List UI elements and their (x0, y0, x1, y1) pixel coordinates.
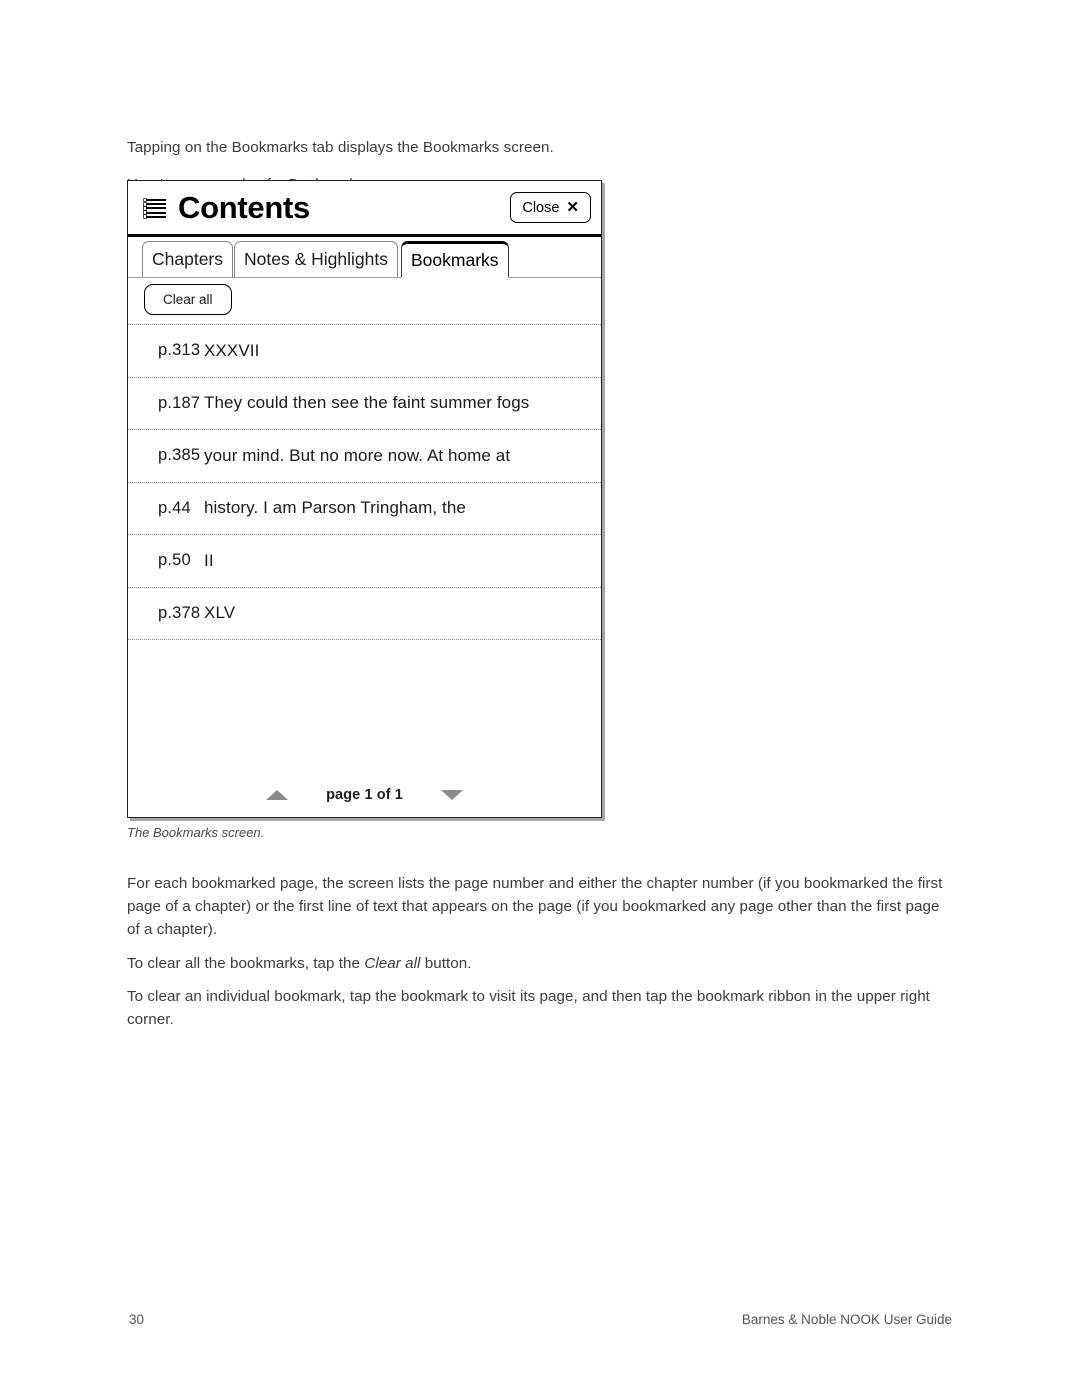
bookmark-page-number: p.44 (158, 498, 191, 517)
tab-chapters[interactable]: Chapters (142, 241, 234, 277)
bookmark-page-number: p.50 (158, 551, 191, 570)
bookmarks-toolbar: Clear all (128, 278, 601, 324)
body-paragraph-3: To clear an individual bookmark, tap the… (127, 988, 930, 1029)
bookmark-row[interactable]: p.385 your mind. But no more now. At hom… (128, 429, 601, 482)
bookmark-empty-row (128, 639, 601, 693)
bookmark-row[interactable]: p.378 XLV (128, 586, 601, 640)
figure-caption: The Bookmarks screen. (127, 825, 265, 840)
bookmark-row[interactable]: p.313 XXXVII (128, 324, 601, 377)
bookmark-text: II (204, 550, 214, 570)
contents-header: Contents Close ✕ (128, 181, 601, 237)
bookmark-text: XXXVII (204, 340, 260, 360)
close-button-label: Close (522, 199, 560, 216)
tab-chapters-label: Chapters (152, 249, 224, 269)
bookmark-text: XLV (204, 603, 236, 623)
bookmark-text: history. I am Parson Tringham, the (204, 498, 466, 518)
triangle-down-icon[interactable] (440, 790, 463, 800)
bookmark-row[interactable]: p.50 II (128, 534, 601, 587)
document-page: Tapping on the Bookmarks tab displays th… (0, 0, 1080, 1397)
triangle-up-icon[interactable] (266, 790, 289, 800)
list-lines-icon (144, 198, 166, 220)
tab-bookmarks-label: Bookmarks (411, 250, 499, 270)
footer-page-number: 30 (129, 1312, 145, 1327)
bookmarks-screen-figure: Contents Close ✕ Chapters Notes & Highli… (127, 180, 602, 818)
bookmark-text: They could then see the faint summer fog… (204, 393, 530, 413)
tab-bookmarks[interactable]: Bookmarks (401, 241, 509, 277)
body-paragraph-2-after: button. (420, 955, 472, 973)
bookmark-page-number: p.385 (158, 446, 201, 465)
clear-all-label: Clear all (163, 292, 213, 307)
bookmark-page-number: p.378 (158, 603, 201, 622)
intro-paragraph-1: Tapping on the Bookmarks tab displays th… (127, 139, 554, 157)
close-button[interactable]: Close ✕ (510, 192, 591, 223)
bookmark-text: your mind. But no more now. At home at (204, 445, 511, 465)
close-x-icon: ✕ (566, 199, 579, 216)
clear-all-reference: Clear all (364, 955, 421, 973)
bookmarks-pager: page 1 of 1 (128, 781, 601, 809)
clear-all-button[interactable]: Clear all (144, 284, 232, 315)
contents-tabs: Chapters Notes & Highlights Bookmarks (128, 237, 601, 278)
bookmarks-list: p.313 XXXVII p.187 They could then see t… (128, 324, 601, 693)
bookmark-page-number: p.187 (158, 393, 201, 412)
pager-label: page 1 of 1 (326, 787, 403, 803)
body-paragraph-1: For each bookmarked page, the screen lis… (127, 875, 943, 939)
contents-title: Contents (178, 190, 310, 225)
tab-notes-highlights-label: Notes & Highlights (244, 249, 388, 269)
bookmark-row[interactable]: p.44 history. I am Parson Tringham, the (128, 481, 601, 535)
tab-notes-highlights[interactable]: Notes & Highlights (234, 241, 398, 277)
footer-title: Barnes & Noble NOOK User Guide (741, 1312, 952, 1327)
bookmark-page-number: p.313 (158, 341, 201, 360)
body-paragraph-2-before: To clear all the bookmarks, tap the (127, 955, 365, 973)
body-paragraph-2: To clear all the bookmarks, tap the Clea… (127, 952, 955, 975)
bookmark-row[interactable]: p.187 They could then see the faint summ… (128, 376, 601, 430)
